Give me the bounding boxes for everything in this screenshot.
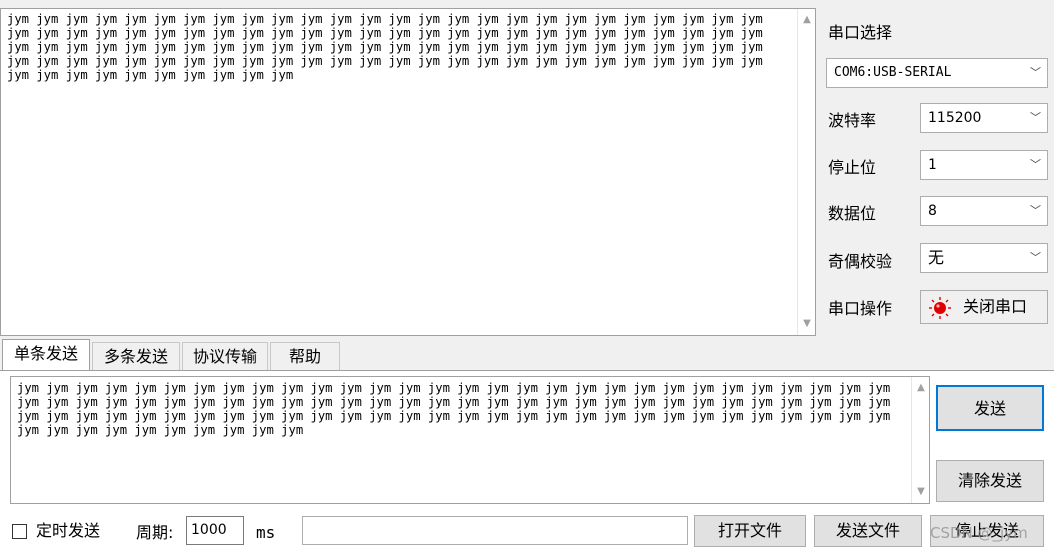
period-input[interactable]: 1000 xyxy=(186,516,244,545)
watermark: CSDN @_jym xyxy=(930,524,1028,542)
stop-bits-select[interactable]: 1 ﹀ xyxy=(920,150,1048,180)
data-bits-label: 数据位 xyxy=(828,204,877,223)
tab-multi-send[interactable]: 多条发送 xyxy=(92,342,180,370)
scroll-down-icon[interactable]: ▼ xyxy=(912,483,930,501)
tab-label: 多条发送 xyxy=(103,347,168,366)
baud-rate-select[interactable]: 115200 ﹀ xyxy=(920,103,1048,133)
parity-select[interactable]: 无 ﹀ xyxy=(920,243,1048,273)
clear-send-button[interactable]: 清除发送 xyxy=(936,460,1044,502)
tab-label: 帮助 xyxy=(288,347,321,366)
tab-label: 协议传输 xyxy=(192,347,257,366)
port-select-label: 串口选择 xyxy=(828,23,893,42)
port-select-value: COM6:USB-SERIAL xyxy=(834,65,952,80)
period-label: 周期: xyxy=(136,523,174,542)
baud-rate-value: 115200 xyxy=(928,110,982,126)
close-port-label: 关闭串口 xyxy=(963,297,1028,316)
file-path-input[interactable] xyxy=(302,516,688,545)
tab-protocol[interactable]: 协议传输 xyxy=(182,342,268,370)
chevron-down-icon: ﹀ xyxy=(1030,158,1041,171)
stop-bits-label: 停止位 xyxy=(828,158,877,177)
parity-label: 奇偶校验 xyxy=(828,252,893,271)
send-text: jym jym jym jym jym jym jym jym jym jym … xyxy=(17,381,898,437)
chevron-down-icon: ﹀ xyxy=(1030,66,1041,79)
scroll-up-icon[interactable]: ▲ xyxy=(798,11,816,29)
data-bits-select[interactable]: 8 ﹀ xyxy=(920,196,1048,226)
scroll-down-icon[interactable]: ▼ xyxy=(798,315,816,333)
timed-send-label: 定时发送 xyxy=(36,521,101,540)
stop-bits-value: 1 xyxy=(928,157,937,173)
receive-text: jym jym jym jym jym jym jym jym jym jym … xyxy=(7,12,771,82)
red-led-icon xyxy=(929,297,951,319)
tab-single-send[interactable]: 单条发送 xyxy=(2,339,90,370)
timed-send-checkbox[interactable] xyxy=(12,524,27,539)
send-button[interactable]: 发送 xyxy=(936,385,1044,431)
close-port-button[interactable]: 关闭串口 xyxy=(920,290,1048,324)
baud-rate-label: 波特率 xyxy=(828,111,877,130)
chevron-down-icon: ﹀ xyxy=(1030,251,1041,264)
parity-value: 无 xyxy=(928,248,945,267)
scroll-up-icon[interactable]: ▲ xyxy=(912,379,930,397)
open-file-button[interactable]: 打开文件 xyxy=(694,515,806,547)
send-scrollbar[interactable]: ▲ ▼ xyxy=(911,377,929,503)
tab-label: 单条发送 xyxy=(13,344,78,363)
chevron-down-icon: ﹀ xyxy=(1030,204,1041,217)
tab-help[interactable]: 帮助 xyxy=(270,342,340,370)
receive-scrollbar[interactable]: ▲ ▼ xyxy=(797,9,815,335)
period-value: 1000 xyxy=(191,522,227,538)
receive-textarea[interactable]: jym jym jym jym jym jym jym jym jym jym … xyxy=(0,8,816,336)
send-file-button[interactable]: 发送文件 xyxy=(814,515,922,547)
send-textarea[interactable]: jym jym jym jym jym jym jym jym jym jym … xyxy=(10,376,930,504)
chevron-down-icon: ﹀ xyxy=(1030,111,1041,124)
data-bits-value: 8 xyxy=(928,203,937,219)
period-unit: ms xyxy=(256,523,276,542)
port-operation-label: 串口操作 xyxy=(828,299,893,318)
port-select[interactable]: COM6:USB-SERIAL ﹀ xyxy=(826,58,1048,88)
